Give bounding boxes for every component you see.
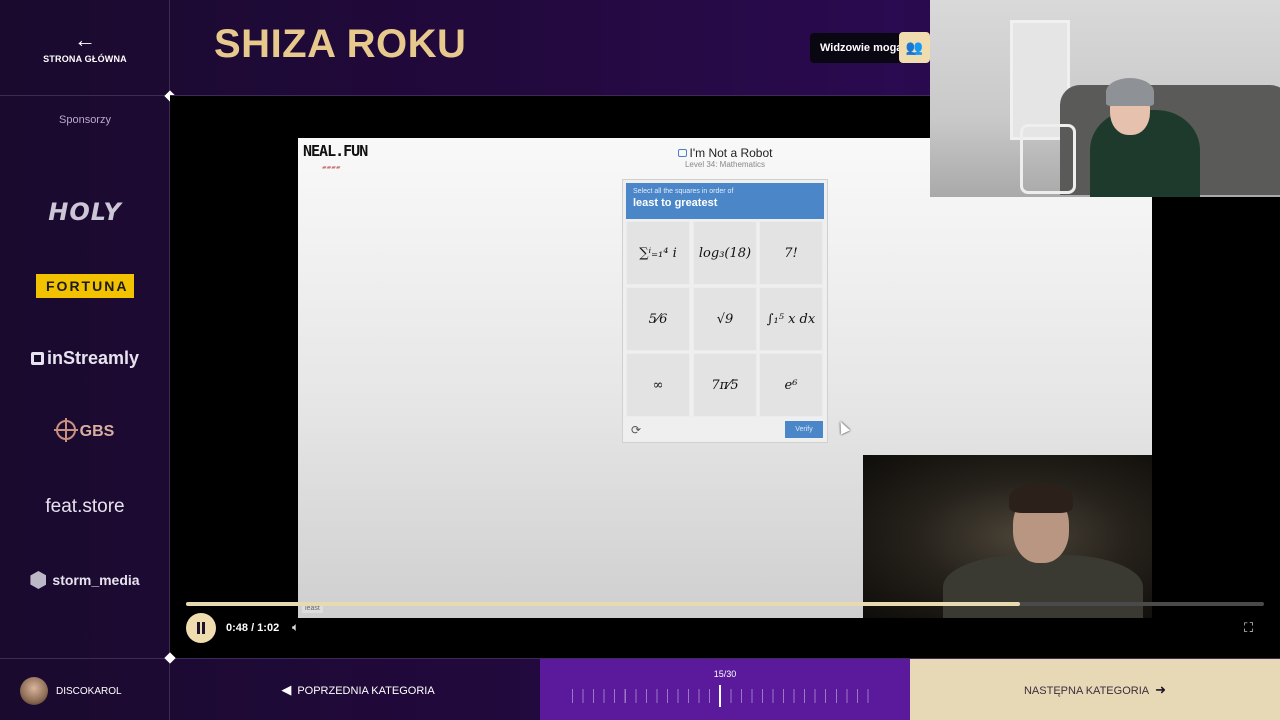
captcha-footer: ⟳ Verify [626,420,824,440]
home-button[interactable]: ← STRONA GŁÓWNA [0,0,170,96]
page-title: SHIZA ROKU [214,22,467,66]
volume-icon[interactable]: 🔈︎ [292,620,299,635]
sponsor-logo-instreamly[interactable]: inStreamly [0,348,170,369]
avatar [20,677,48,705]
app-root: ← STRONA GŁÓWNA Sponsorzy HOLY FORTUNA i… [0,0,1280,720]
streamer-webcam [863,455,1152,618]
pause-button[interactable] [186,613,216,643]
user-profile[interactable]: DISCOKAROL [0,659,170,720]
current-category-marker [719,685,721,707]
users-icon: 👥 [905,39,924,55]
next-category-button[interactable]: NASTĘPNA KATEGORIA ➜ [910,659,1280,720]
captcha-cell-exp[interactable]: e⁶ [759,353,823,417]
back-arrow-icon: ← [74,27,96,52]
captcha-cell-integral[interactable]: ∫₁⁵ x dx [759,287,823,351]
arrow-right-icon: ➜ [1155,682,1166,697]
sponsors-title: Sponsorzy [59,114,111,126]
captcha-box: Select all the squares in order of least… [622,179,828,443]
viewers-button[interactable]: 👥 [899,32,930,63]
captcha-header: Select all the squares in order of least… [626,183,824,219]
captcha-instruction: Select all the squares in order of [633,188,734,195]
captcha-cell-log[interactable]: log₃(18) [693,221,757,285]
category-progress: 15/30 [540,659,910,720]
storm-icon [30,571,47,589]
captcha-instruction-emphasis: least to greatest [633,197,718,209]
captcha-cell-sqrt[interactable]: √9 [693,287,757,351]
captcha-cell-pi[interactable]: 7π⁄5 [693,353,757,417]
sponsor-logo-gbs[interactable]: GBS [0,418,170,442]
sidebar: ← STRONA GŁÓWNA Sponsorzy HOLY FORTUNA i… [0,0,170,658]
category-ticks [572,689,878,703]
captcha-cell-fraction[interactable]: 5⁄6 [626,287,690,351]
header: SHIZA ROKU Widzowie mogą 👥 [170,0,930,96]
previous-category-button[interactable]: ◀ POPRZEDNIA KATEGORIA [170,659,540,720]
progress-fill [186,602,1021,606]
fullscreen-icon[interactable]: ⛶ [1244,620,1253,636]
reload-icon[interactable]: ⟳ [631,423,641,437]
category-counter: 15/30 [713,669,737,679]
home-label: STRONA GŁÓWNA [43,54,127,64]
crosshair-icon [53,418,78,442]
bottom-bar: DISCOKAROL ◀ POPRZEDNIA KATEGORIA 15/30 N… [0,658,1280,720]
time-display: 0:48 / 1:02 [226,622,280,634]
robot-icon [677,149,687,157]
mouse-cursor-icon [835,419,851,435]
progress-bar[interactable] [186,602,1264,606]
username: DISCOKAROL [56,686,122,697]
arrow-left-icon: ◀ [281,682,292,697]
captcha-cell-factorial[interactable]: 7! [759,221,823,285]
instreamly-icon [30,352,44,365]
viewers-label: Widzowie mogą [810,33,913,63]
sponsor-logo-fortuna[interactable]: FORTUNA [0,274,170,298]
sponsor-logo-featstore[interactable]: feat.store [0,496,170,518]
captcha-cell-infinity[interactable]: ∞ [626,353,690,417]
guest-webcam [930,0,1280,197]
captcha-cell-sum[interactable]: ∑ⁱ₌₁⁴ i [626,221,690,285]
sponsor-logo-holy[interactable]: HOLY [0,198,170,226]
verify-button[interactable]: Verify [785,421,823,438]
sponsor-logo-stormmedia[interactable]: storm_media [0,571,170,589]
